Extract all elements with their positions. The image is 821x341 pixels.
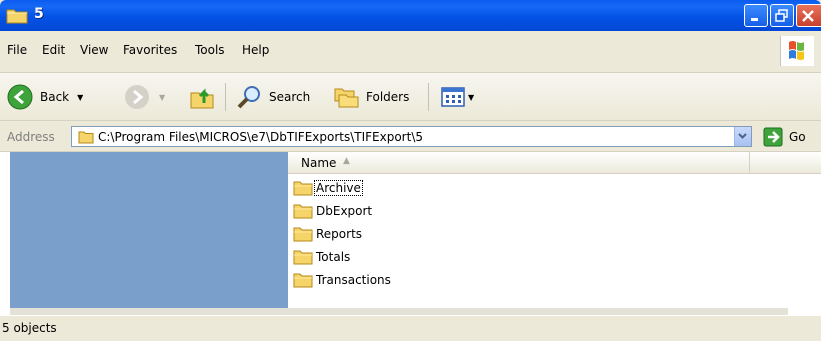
folder-icon — [293, 250, 313, 265]
toolbar-separator — [225, 83, 226, 111]
search-button[interactable]: Search — [235, 81, 310, 113]
folder-icon — [6, 9, 28, 24]
folders-label: Folders — [366, 90, 410, 104]
address-value: C:\Program Files\MICROS\e7\DbTIFExports\… — [98, 130, 423, 144]
windows-logo-icon — [780, 36, 814, 66]
title-bar[interactable]: 5 — [0, 0, 821, 31]
toolbar-separator — [428, 83, 429, 111]
address-dropdown-button[interactable] — [734, 127, 751, 146]
task-pane — [10, 152, 288, 308]
folder-icon — [78, 131, 94, 144]
list-item[interactable]: Archive — [293, 178, 363, 198]
up-button[interactable] — [188, 81, 216, 113]
back-button[interactable]: Back ▼ — [6, 81, 83, 113]
search-icon — [237, 86, 260, 109]
views-icon — [441, 87, 465, 107]
forward-arrow-icon — [125, 85, 149, 109]
list-item[interactable]: Reports — [293, 224, 363, 244]
folder-name: Archive — [314, 180, 363, 196]
chevron-down-icon — [738, 133, 747, 139]
folder-icon — [293, 204, 313, 219]
horizontal-scroll-area — [10, 308, 788, 315]
views-dropdown-icon[interactable]: ▼ — [468, 93, 474, 102]
list-item[interactable]: DbExport — [293, 201, 373, 221]
folder-icon — [293, 273, 313, 288]
up-folder-icon — [190, 88, 214, 109]
menu-favorites[interactable]: Favorites — [123, 43, 177, 57]
address-bar: Address C:\Program Files\MICROS\e7\DbTIF… — [0, 121, 821, 152]
folder-name: Transactions — [316, 273, 391, 287]
address-input[interactable]: C:\Program Files\MICROS\e7\DbTIFExports\… — [71, 126, 752, 147]
forward-button[interactable]: ▼ — [123, 81, 165, 113]
forward-dropdown-icon[interactable]: ▼ — [159, 93, 165, 102]
menu-file[interactable]: File — [7, 43, 27, 57]
search-label: Search — [269, 90, 311, 104]
address-label: Address — [7, 130, 55, 144]
close-button[interactable] — [796, 4, 821, 27]
folder-name: Totals — [316, 250, 351, 264]
close-icon — [802, 10, 814, 22]
content-area: Name ▲ Archive DbExport Reports Totals T… — [0, 152, 821, 315]
folder-icon — [293, 181, 313, 196]
minimize-icon — [751, 18, 758, 21]
folders-button[interactable]: Folders — [332, 81, 409, 113]
list-item[interactable]: Transactions — [293, 270, 392, 290]
column-header-name[interactable]: Name ▲ — [288, 152, 750, 174]
folder-icon — [293, 227, 313, 242]
back-label: Back — [40, 90, 70, 104]
back-dropdown-icon[interactable]: ▼ — [77, 93, 83, 102]
maximize-button[interactable] — [770, 4, 794, 27]
maximize-icon — [775, 9, 788, 22]
column-header-empty[interactable] — [750, 152, 820, 174]
folder-name: DbExport — [316, 204, 373, 218]
sort-ascending-icon: ▲ — [343, 156, 350, 166]
column-header-label: Name — [301, 156, 337, 170]
menu-view[interactable]: View — [80, 43, 108, 57]
list-header: Name ▲ — [288, 152, 821, 174]
go-label: Go — [789, 130, 806, 144]
status-text: 5 objects — [2, 321, 57, 335]
back-arrow-icon — [7, 84, 33, 110]
views-button[interactable]: ▼ — [440, 81, 474, 113]
go-button[interactable]: Go — [763, 127, 806, 147]
minimize-button[interactable] — [744, 4, 768, 27]
window-title: 5 — [34, 6, 44, 22]
menu-help[interactable]: Help — [242, 43, 269, 57]
menu-edit[interactable]: Edit — [42, 43, 65, 57]
standard-toolbar: Back ▼ ▼ Search Folders ▼ — [0, 73, 821, 121]
file-list: Archive DbExport Reports Totals Transact… — [293, 178, 513, 298]
menu-tools[interactable]: Tools — [195, 43, 225, 57]
folders-icon — [334, 88, 359, 108]
status-bar: 5 objects — [0, 315, 821, 341]
list-item[interactable]: Totals — [293, 247, 351, 267]
go-arrow-icon — [763, 127, 783, 147]
folder-name: Reports — [316, 227, 363, 241]
menu-bar: File Edit View Favorites Tools Help — [0, 31, 821, 73]
